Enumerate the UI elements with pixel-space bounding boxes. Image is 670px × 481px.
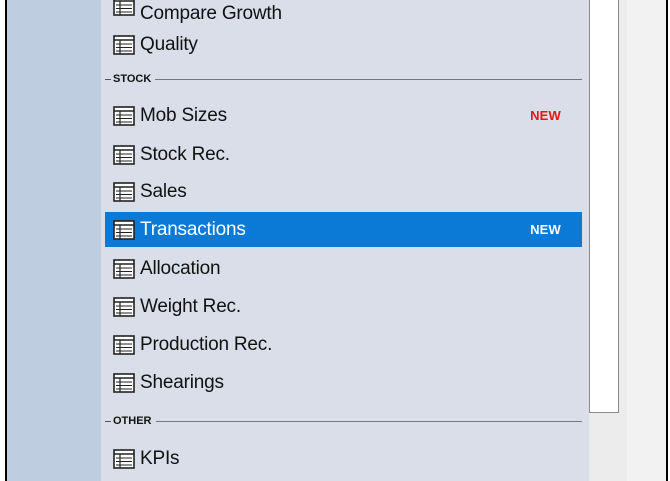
left-rail: [7, 0, 101, 481]
menu-item-stock-rec[interactable]: Stock Rec.: [105, 137, 582, 172]
section-header-other: OTHER: [105, 413, 582, 429]
menu-item-label: Quality: [140, 33, 198, 55]
menu-item-compare-growth[interactable]: Compare Growth: [105, 0, 582, 24]
report-icon: [113, 0, 135, 16]
report-icon: [113, 448, 135, 469]
report-icon: [113, 258, 135, 279]
menu-item-label: Shearings: [140, 371, 224, 393]
menu-item-label: Stock Rec.: [140, 143, 230, 165]
menu-item-label: Weight Rec.: [140, 295, 241, 317]
menu-item-quality[interactable]: Quality: [105, 27, 582, 62]
report-icon: [113, 296, 135, 317]
report-icon: [113, 144, 135, 165]
menu-item-sales[interactable]: Sales: [105, 174, 582, 209]
menu-item-label: Sales: [140, 180, 187, 202]
section-title: STOCK: [113, 73, 152, 85]
section-divider: [155, 420, 582, 422]
menu-item-weight-rec[interactable]: Weight Rec.: [105, 289, 582, 324]
new-badge: NEW: [530, 222, 561, 237]
menu-item-label: Transactions: [140, 218, 246, 240]
section-header-stock: STOCK: [105, 71, 582, 87]
menu-item-label: Compare Growth: [140, 3, 282, 24]
menu-item-allocation[interactable]: Allocation: [105, 251, 582, 286]
menu-item-kpis[interactable]: KPIs: [105, 441, 582, 476]
menu-item-shearings[interactable]: Shearings: [105, 365, 582, 400]
new-badge: NEW: [530, 108, 561, 123]
report-icon: [113, 219, 135, 240]
report-icon: [113, 105, 135, 126]
report-icon: [113, 181, 135, 202]
menu-item-mob-sizes[interactable]: Mob Sizes NEW: [105, 98, 582, 133]
menu-item-label: KPIs: [140, 447, 180, 469]
report-icon: [113, 34, 135, 55]
menu-item-label: Production Rec.: [140, 333, 273, 355]
section-divider: [155, 78, 582, 80]
section-title: OTHER: [113, 415, 152, 427]
menu-item-transactions[interactable]: Transactions NEW: [105, 212, 582, 247]
menu-item-production-rec[interactable]: Production Rec.: [105, 327, 582, 362]
menu-scrollbar[interactable]: [589, 0, 619, 413]
report-icon: [113, 334, 135, 355]
menu-item-label: Mob Sizes: [140, 104, 227, 126]
report-icon: [113, 372, 135, 393]
menu-item-label: Allocation: [140, 257, 221, 279]
content-pane: [627, 0, 666, 481]
